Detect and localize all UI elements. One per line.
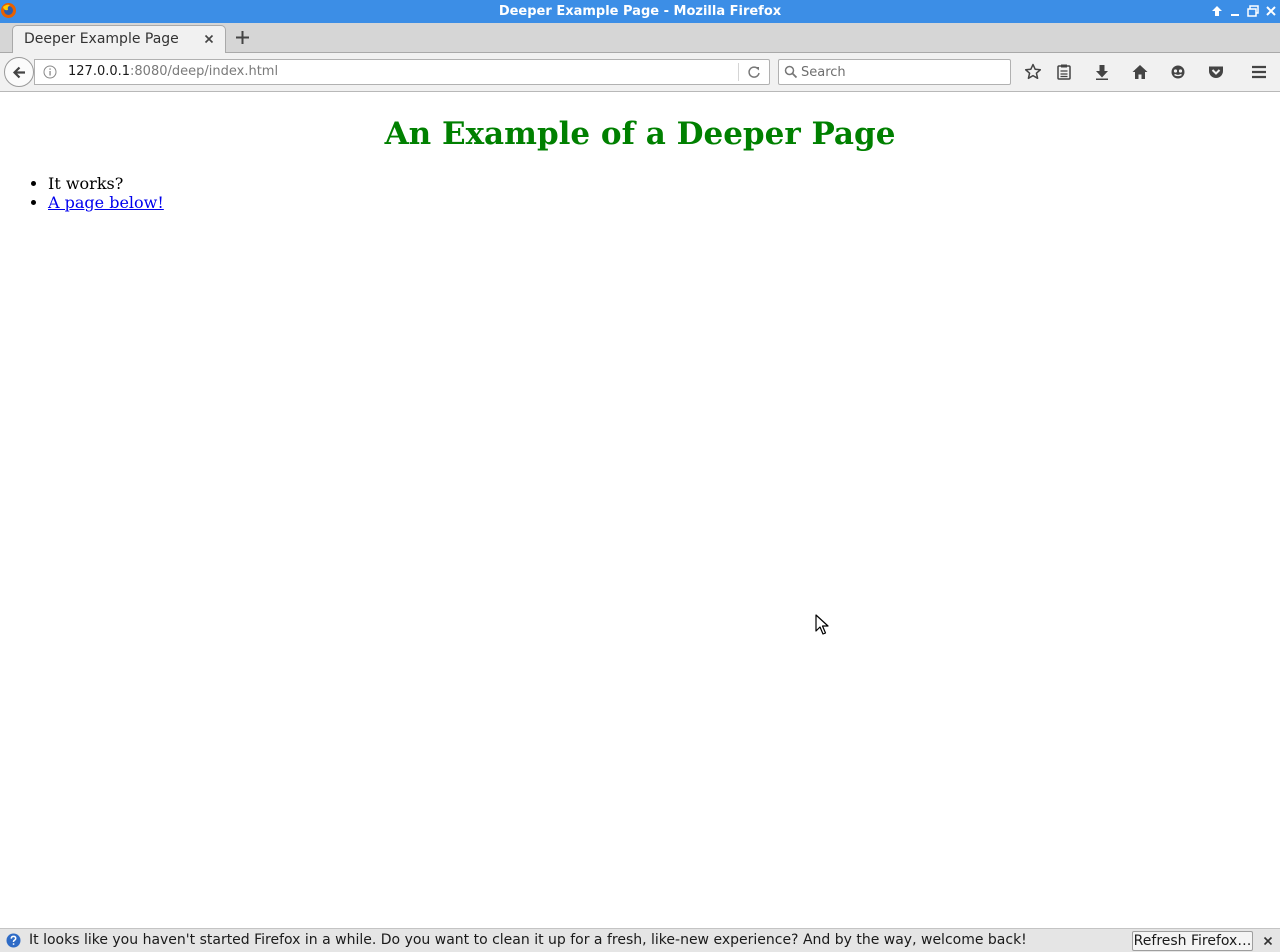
reload-icon[interactable]	[747, 65, 761, 79]
reading-list-icon[interactable]	[1055, 63, 1073, 81]
page-content: An Example of a Deeper Page It works? A …	[0, 92, 1280, 928]
url-divider	[738, 63, 739, 81]
restore-icon[interactable]	[1245, 3, 1261, 19]
pocket-icon[interactable]	[1207, 63, 1225, 81]
list-item-text: It works?	[48, 174, 124, 193]
question-icon	[6, 933, 21, 948]
close-window-icon[interactable]	[1263, 3, 1279, 19]
refresh-firefox-button[interactable]: Refresh Firefox…	[1132, 931, 1253, 951]
new-tab-icon[interactable]	[234, 29, 251, 46]
url-path: :8080/deep/index.html	[130, 64, 279, 79]
menu-icon[interactable]	[1250, 63, 1268, 81]
mouse-cursor-icon	[815, 614, 829, 635]
navigation-toolbar: 127.0.0.1:8080/deep/index.html	[0, 53, 1280, 92]
home-icon[interactable]	[1131, 63, 1149, 81]
info-icon[interactable]	[43, 65, 57, 79]
sync-icon[interactable]	[1169, 63, 1187, 81]
window-titlebar: Deeper Example Page - Mozilla Firefox	[0, 0, 1280, 23]
window-title: Deeper Example Page - Mozilla Firefox	[498, 4, 782, 19]
notification-message: It looks like you haven't started Firefo…	[29, 932, 1027, 948]
notification-bar: It looks like you haven't started Firefo…	[0, 928, 1280, 952]
tab-deeper-example-page[interactable]: Deeper Example Page	[12, 25, 226, 53]
search-bar[interactable]	[778, 59, 1011, 85]
back-arrow-icon	[12, 66, 25, 79]
search-icon	[784, 65, 798, 79]
close-notification-icon[interactable]	[1263, 936, 1273, 946]
search-input[interactable]	[801, 62, 1001, 82]
page-below-link[interactable]: A page below!	[48, 193, 164, 212]
tab-close-icon[interactable]	[204, 34, 214, 44]
tab-label: Deeper Example Page	[24, 31, 179, 47]
download-icon[interactable]	[1093, 63, 1111, 81]
tab-strip: Deeper Example Page	[0, 23, 1280, 53]
bookmark-star-icon[interactable]	[1024, 63, 1042, 81]
list-item: A page below!	[48, 193, 164, 212]
window-up-icon[interactable]	[1209, 3, 1225, 19]
url-bar[interactable]: 127.0.0.1:8080/deep/index.html	[34, 59, 770, 85]
list-item: It works?	[48, 174, 164, 193]
page-list: It works? A page below!	[8, 174, 164, 212]
url-host: 127.0.0.1	[68, 64, 131, 79]
minimize-icon[interactable]	[1227, 3, 1243, 19]
url-text[interactable]: 127.0.0.1:8080/deep/index.html	[68, 64, 278, 80]
page-title: An Example of a Deeper Page	[384, 116, 896, 152]
back-button[interactable]	[4, 57, 34, 87]
